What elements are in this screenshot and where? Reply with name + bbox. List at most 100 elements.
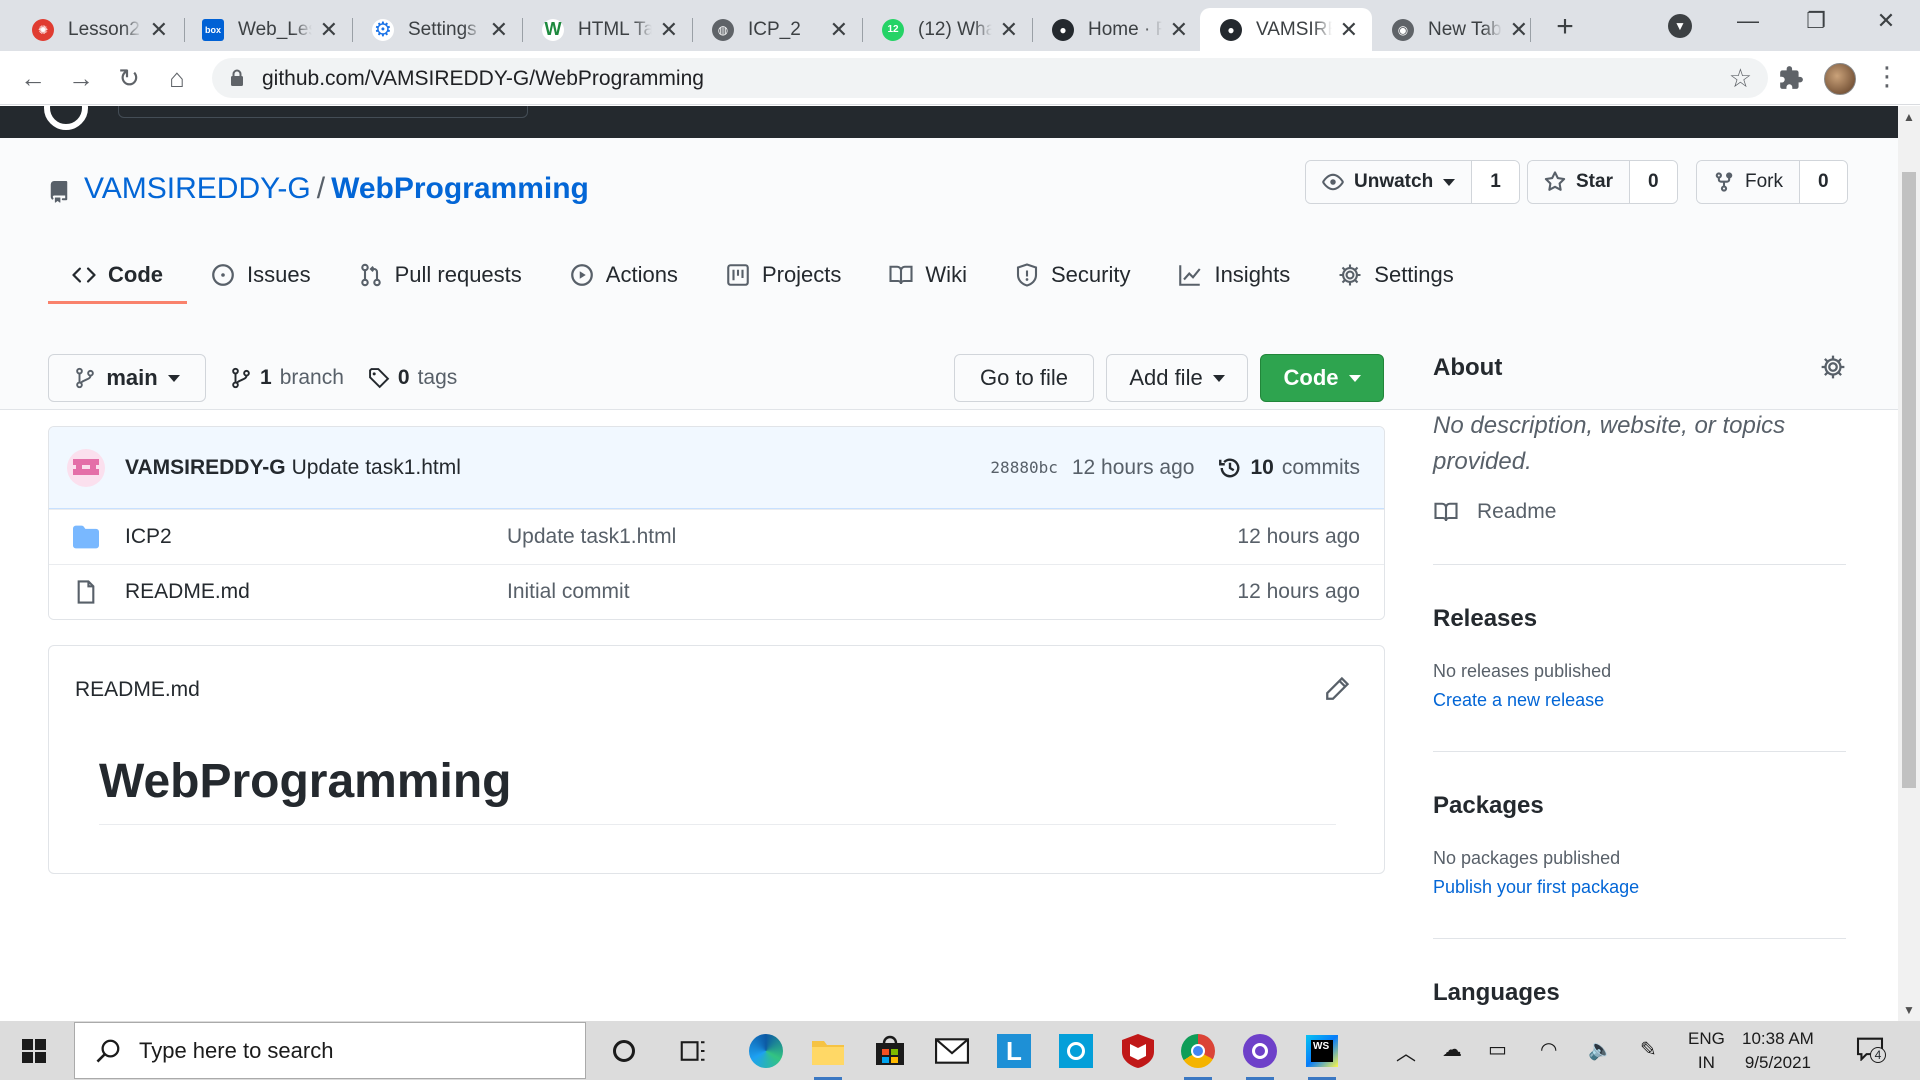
browser-tab[interactable]: ⚙ Settings ✕ — [352, 8, 522, 51]
star-count[interactable]: 0 — [1629, 161, 1677, 203]
back-icon[interactable]: ← — [16, 61, 50, 95]
branches-link[interactable]: 1 branch — [230, 366, 344, 390]
file-commit-message[interactable]: Update task1.html — [507, 525, 1237, 549]
tab-pull-requests[interactable]: Pull requests — [335, 246, 546, 304]
close-tab-icon[interactable]: ✕ — [1170, 17, 1188, 43]
create-release-link[interactable]: Create a new release — [1433, 690, 1846, 711]
close-tab-icon[interactable]: ✕ — [1340, 17, 1358, 43]
minimize-icon[interactable]: — — [1728, 8, 1768, 34]
tags-link[interactable]: 0 tags — [368, 366, 457, 390]
code-button[interactable]: Code — [1260, 354, 1384, 402]
tab-actions[interactable]: Actions — [546, 246, 702, 304]
battery-icon[interactable]: ▭ — [1488, 1037, 1507, 1062]
mcafee-icon[interactable] — [1120, 1033, 1156, 1069]
tab-search-icon[interactable]: ▼ — [1668, 14, 1692, 38]
github-logo-icon[interactable] — [44, 106, 88, 130]
readme-link[interactable]: Readme — [1433, 500, 1846, 524]
browser-tab-active[interactable]: ● VAMSIRE ✕ — [1200, 8, 1372, 51]
fork-count[interactable]: 0 — [1800, 161, 1847, 203]
fork-button[interactable]: Fork — [1697, 161, 1800, 203]
publish-package-link[interactable]: Publish your first package — [1433, 877, 1846, 898]
file-row[interactable]: ICP2 Update task1.html 12 hours ago — [49, 509, 1384, 564]
extensions-icon[interactable] — [1778, 65, 1804, 91]
show-hidden-icons[interactable]: ︿ — [1396, 1037, 1416, 1066]
close-tab-icon[interactable]: ✕ — [490, 17, 508, 43]
file-name[interactable]: ICP2 — [125, 525, 507, 549]
commit-sha[interactable]: 28880bc — [990, 458, 1057, 477]
volume-icon[interactable]: 🔈 — [1588, 1037, 1613, 1062]
pencil-icon[interactable] — [1324, 676, 1350, 702]
commit-author[interactable]: VAMSIREDDY-G — [125, 456, 286, 480]
commits-link[interactable]: 10 commits — [1218, 456, 1360, 480]
repo-owner-link[interactable]: VAMSIREDDY-G — [84, 172, 311, 205]
chrome-icon[interactable] — [1180, 1033, 1216, 1080]
notification-icon[interactable]: 4 — [1856, 1037, 1886, 1063]
tab-insights[interactable]: Insights — [1154, 246, 1314, 304]
file-commit-message[interactable]: Initial commit — [507, 580, 1237, 604]
releases-title[interactable]: Releases — [1433, 605, 1846, 633]
scrollbar-thumb[interactable] — [1902, 172, 1916, 788]
close-tab-icon[interactable]: ✕ — [830, 17, 848, 43]
browser-tab[interactable]: W HTML Tal ✕ — [522, 8, 692, 51]
file-explorer-icon[interactable] — [810, 1033, 846, 1080]
gear-icon[interactable] — [1820, 354, 1846, 380]
edge-icon[interactable] — [748, 1033, 784, 1069]
page-scrollbar[interactable]: ▲ ▼ — [1898, 106, 1920, 1021]
home-icon[interactable]: ⌂ — [160, 61, 194, 95]
scroll-down-icon[interactable]: ▼ — [1898, 999, 1920, 1021]
tab-wiki[interactable]: Wiki — [865, 246, 991, 304]
tab-projects[interactable]: Projects — [702, 246, 865, 304]
close-tab-icon[interactable]: ✕ — [660, 17, 678, 43]
repo-name-link[interactable]: WebProgramming — [331, 172, 589, 205]
close-tab-icon[interactable]: ✕ — [320, 17, 338, 43]
close-tab-icon[interactable]: ✕ — [1000, 17, 1018, 43]
webstorm-icon[interactable]: WS — [1304, 1033, 1340, 1080]
go-to-file-button[interactable]: Go to file — [954, 354, 1094, 402]
github-desktop-icon[interactable] — [1242, 1033, 1278, 1080]
add-file-button[interactable]: Add file — [1106, 354, 1248, 402]
browser-tab[interactable]: ✺ Lesson2 | ✕ — [12, 8, 182, 51]
task-view-icon[interactable] — [676, 1033, 712, 1069]
tab-code[interactable]: Code — [48, 246, 187, 304]
store-icon[interactable] — [872, 1033, 908, 1069]
cisco-icon[interactable] — [1058, 1033, 1094, 1069]
close-tab-icon[interactable]: ✕ — [1510, 17, 1528, 43]
browser-tab[interactable]: 12 (12) Wha ✕ — [862, 8, 1032, 51]
close-tab-icon[interactable]: ✕ — [150, 17, 168, 43]
lync-icon[interactable]: L — [996, 1033, 1032, 1069]
browser-tab[interactable]: ◍ ICP_2 ✕ — [692, 8, 862, 51]
tab-security[interactable]: Security — [991, 246, 1154, 304]
browser-tab[interactable]: box Web_Les ✕ — [182, 8, 352, 51]
browser-tab[interactable]: ◉ New Tab ✕ — [1372, 8, 1542, 51]
tab-issues[interactable]: Issues — [187, 246, 335, 304]
taskbar-search-input[interactable]: Type here to search — [74, 1022, 586, 1079]
restore-icon[interactable]: ❐ — [1796, 8, 1836, 34]
mail-icon[interactable] — [934, 1033, 970, 1069]
address-bar[interactable]: github.com/VAMSIREDDY-G/WebProgramming ☆ — [212, 58, 1768, 98]
reload-icon[interactable]: ↻ — [112, 61, 146, 95]
browser-tab[interactable]: ● Home · R ✕ — [1032, 8, 1202, 51]
watch-count[interactable]: 1 — [1472, 161, 1519, 203]
lock-icon[interactable] — [230, 69, 244, 87]
scroll-up-icon[interactable]: ▲ — [1898, 106, 1920, 128]
taskbar-clock[interactable]: 10:38 AM 9/5/2021 — [1742, 1027, 1814, 1075]
bookmark-star-icon[interactable]: ☆ — [1729, 63, 1752, 94]
cortana-icon[interactable] — [606, 1033, 642, 1069]
packages-title[interactable]: Packages — [1433, 792, 1846, 820]
close-window-icon[interactable]: ✕ — [1866, 8, 1906, 34]
github-search-input[interactable] — [118, 106, 528, 118]
commit-message[interactable]: Update task1.html — [292, 456, 991, 480]
commit-author-avatar[interactable] — [67, 448, 105, 487]
unwatch-button[interactable]: Unwatch — [1306, 161, 1473, 203]
file-name[interactable]: README.md — [125, 580, 507, 604]
onedrive-icon[interactable]: ☁ — [1442, 1037, 1462, 1062]
chrome-menu-icon[interactable]: ⋮ — [1874, 61, 1900, 92]
tab-settings[interactable]: Settings — [1314, 246, 1478, 304]
pen-icon[interactable]: ✎ — [1640, 1037, 1657, 1062]
branch-select-button[interactable]: main — [48, 354, 206, 402]
windows-start-icon[interactable] — [22, 1039, 46, 1063]
language-indicator[interactable]: ENG IN — [1688, 1027, 1725, 1075]
file-row[interactable]: README.md Initial commit 12 hours ago — [49, 564, 1384, 619]
new-tab-icon[interactable]: + — [1548, 10, 1582, 44]
star-button[interactable]: Star — [1528, 161, 1630, 203]
